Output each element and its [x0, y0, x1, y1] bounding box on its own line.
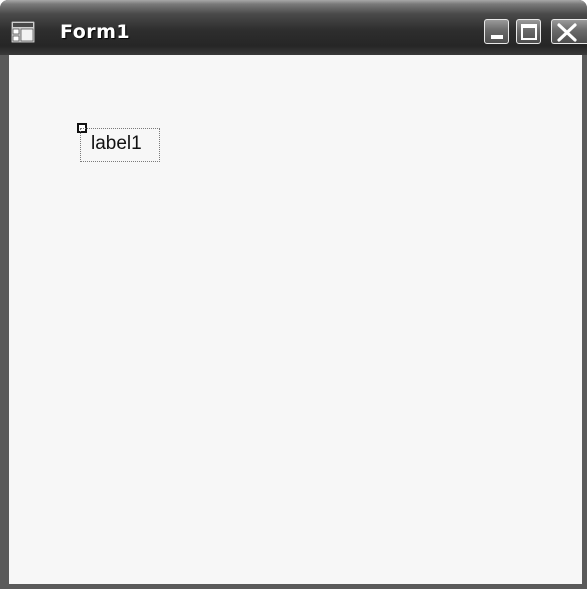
- form-window: Form1 label1: [0, 0, 587, 589]
- label-control[interactable]: label1: [80, 128, 160, 162]
- minimize-button[interactable]: [484, 19, 509, 44]
- close-button[interactable]: [551, 19, 587, 44]
- form-app-icon[interactable]: [10, 20, 36, 44]
- label-text: label1: [91, 133, 142, 154]
- title-bar[interactable]: Form1: [0, 0, 587, 55]
- window-title: Form1: [60, 21, 131, 43]
- maximize-button[interactable]: [516, 19, 541, 44]
